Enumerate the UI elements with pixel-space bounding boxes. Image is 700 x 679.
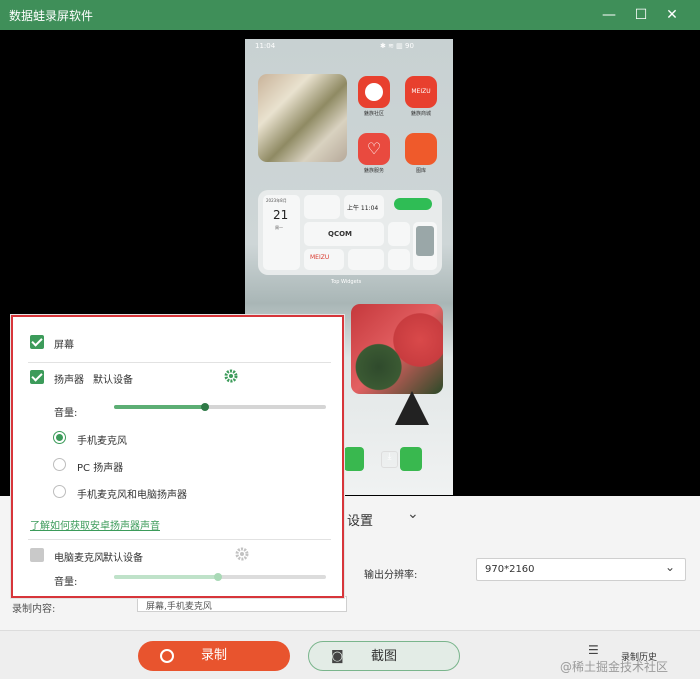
brand-card: QCOM <box>304 222 384 246</box>
app-label: 魅族服务 <box>363 168 384 174</box>
mic-volume-handle[interactable] <box>214 573 222 581</box>
resolution-select[interactable]: 970*2160 ⌄ <box>476 558 686 581</box>
radio-label: 手机麦克风和电脑扬声器 <box>77 490 187 501</box>
mic-label: 电脑麦克风 <box>54 553 104 564</box>
photo-widget-watermelon[interactable] <box>351 304 443 394</box>
clock-card: 上午 11:04 <box>344 195 384 219</box>
speaker-device: 默认设备 <box>93 375 133 386</box>
gallery-icon[interactable] <box>405 133 437 165</box>
calendar-day: 21 <box>273 208 289 222</box>
bottom-bar: 录制 ◙ 截图 ☰ 录制历史 @稀土掘金技术社区 <box>0 630 700 679</box>
calendar-card: 2023年8月 21 周一 <box>263 195 300 270</box>
brightness-card <box>388 249 410 270</box>
calendar-month: 2023年8月 <box>266 198 287 203</box>
maximize-button[interactable]: ☐ <box>630 4 652 26</box>
bluetooth-card <box>388 222 410 246</box>
meizu-store-icon[interactable]: MEIZU <box>405 76 437 108</box>
meizu-community-icon[interactable] <box>358 76 390 108</box>
screenshot-button[interactable]: ◙ 截图 <box>308 641 460 671</box>
mic-checkbox[interactable] <box>30 548 44 562</box>
top-widgets-panel[interactable]: 2023年8月 21 周一 上午 11:04 QCOM MEIZU <box>258 190 442 275</box>
help-link[interactable]: 了解如何获取安卓扬声器声音 <box>30 517 160 532</box>
app-label: 魅族商城 <box>410 111 431 117</box>
title-bar: 数据蛙录屏软件 — ☐ ✕ <box>0 0 700 30</box>
window-title: 数据蛙录屏软件 <box>9 9 94 23</box>
app-label: 魅族社区 <box>363 111 384 117</box>
screen-label: 屏幕 <box>54 340 74 351</box>
copy-icon[interactable] <box>400 447 422 471</box>
record-label: 录制 <box>200 648 227 663</box>
gear-icon[interactable] <box>224 369 238 383</box>
divider <box>28 362 331 363</box>
dock-icon[interactable] <box>344 447 364 471</box>
wifi-card <box>348 249 384 270</box>
content-value: 屏幕,手机麦克风 <box>146 602 212 612</box>
chevron-down-icon[interactable]: ⌄ <box>407 506 419 522</box>
signal-card <box>304 195 340 219</box>
battery-card <box>394 198 432 210</box>
speaker-volume-handle[interactable] <box>201 403 209 411</box>
status-icons: ✱ ≋ ▥ 90 <box>380 42 414 50</box>
mic-volume-label: 音量: <box>54 577 78 588</box>
clock-time: 上午 11:04 <box>347 205 379 212</box>
photo-widget[interactable] <box>258 74 347 162</box>
heart-service-icon[interactable]: ♡ <box>358 133 390 165</box>
app-label: 图库 <box>415 168 426 174</box>
radio-label: 手机麦克风 <box>77 436 127 447</box>
settings-header[interactable]: 设置 <box>347 510 373 529</box>
mic-volume-fill <box>114 575 218 579</box>
gear-icon[interactable] <box>235 547 249 561</box>
chevron-down-icon: ⌄ <box>665 560 676 574</box>
tree-decoration <box>395 391 429 425</box>
camera-icon: ◙ <box>331 649 344 664</box>
content-label: 录制内容: <box>12 604 56 615</box>
status-time: 11:04 <box>255 42 276 50</box>
mic-volume-slider[interactable] <box>114 573 326 581</box>
meizu-card: MEIZU <box>304 249 344 270</box>
speaker-label: 扬声器 <box>54 375 84 386</box>
meizu-text: MEIZU <box>310 254 330 261</box>
speaker-volume-label: 音量: <box>54 408 78 419</box>
radio-phone-mic-and-pc-speaker[interactable] <box>53 485 66 498</box>
record-button[interactable]: 录制 <box>138 641 290 671</box>
resolution-label: 输出分辨率: <box>364 570 418 581</box>
radio-phone-mic[interactable] <box>53 431 66 444</box>
calendar-weekday: 周一 <box>275 225 283 230</box>
resolution-value: 970*2160 <box>485 564 535 575</box>
minimize-button[interactable]: — <box>598 4 620 26</box>
history-icon[interactable]: ☰ <box>588 643 599 657</box>
watermark: @稀土掘金技术社区 <box>560 660 669 674</box>
speaker-checkbox[interactable] <box>30 370 44 384</box>
brand-label: QCOM <box>328 230 353 238</box>
content-select[interactable]: 屏幕,手机麦克风 <box>137 596 347 612</box>
radio-label: PC 扬声器 <box>77 463 124 474</box>
screen-checkbox[interactable] <box>30 335 44 349</box>
download-icon[interactable]: ⤓ <box>381 451 398 468</box>
widget-caption: Top Widgets <box>331 279 362 285</box>
mic-device: 默认设备 <box>103 553 143 564</box>
audio-source-panel: 屏幕 扬声器 默认设备 音量: 手机麦克风 PC 扬声器 手机麦克风和电脑扬声器… <box>11 315 344 598</box>
thumbnail-card <box>413 222 437 270</box>
divider <box>28 539 331 540</box>
radio-pc-speaker[interactable] <box>53 458 66 471</box>
speaker-volume-fill <box>114 405 205 409</box>
close-button[interactable]: ✕ <box>661 4 683 26</box>
speaker-volume-slider[interactable] <box>114 403 326 411</box>
screenshot-label: 截图 <box>370 649 397 664</box>
